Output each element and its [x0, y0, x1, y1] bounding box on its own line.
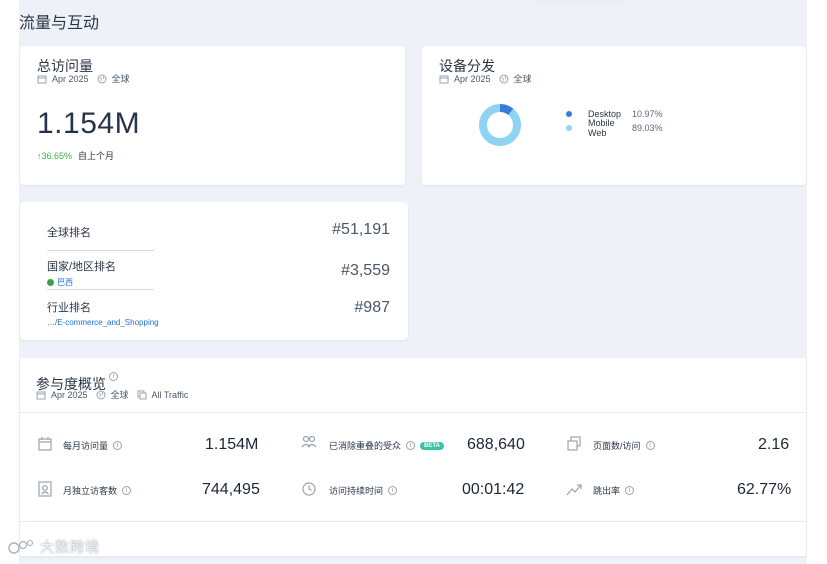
clock-icon: [302, 482, 316, 496]
legend-mobile: Mobile Web 89.03%: [566, 118, 663, 138]
device-donut-chart: [479, 104, 521, 146]
date-text: Apr 2025: [52, 73, 89, 84]
globe-icon: [96, 390, 106, 399]
info-icon[interactable]: i: [122, 486, 132, 495]
bounce-icon: [566, 484, 582, 496]
beta-badge: BETA: [420, 441, 444, 450]
left-margin: [0, 0, 19, 564]
total-visits-meta: Apr 2025 全球: [37, 72, 130, 85]
industry-rank-row: 行业排名 …/E-commerce_and_Shopping #987: [47, 299, 390, 327]
rank-divider: [47, 250, 154, 251]
legend-value-mobile: 89.03%: [632, 123, 663, 133]
traffic-icon: [137, 390, 147, 399]
unique-visitors-value: 744,495: [202, 481, 260, 498]
info-icon[interactable]: i: [645, 441, 655, 450]
ranking-card: 全球排名 #51,191 国家/地区排名 巴西 #3,559 行业排名 …/E-…: [20, 202, 408, 340]
country-rank-value: #3,559: [341, 262, 390, 279]
date-text: Apr 2025: [454, 73, 491, 84]
dedup-audience-label-text: 已消除重叠的受众: [329, 441, 402, 451]
change-percent: ↑36.65%: [37, 150, 73, 161]
date-text: Apr 2025: [51, 389, 88, 400]
engagement-divider-top: [20, 412, 806, 413]
global-rank-row: 全球排名 #51,191: [47, 221, 390, 240]
info-icon[interactable]: i: [109, 372, 118, 381]
calendar-icon: [36, 391, 46, 399]
monthly-visits-value: 1.154M: [205, 436, 259, 453]
visit-duration-value: 00:01:42: [462, 481, 525, 498]
globe-icon: [499, 74, 509, 83]
pages-per-visit-value: 2.16: [758, 436, 790, 453]
top-scroll-pill: [530, 0, 630, 4]
visitor-card-icon: [38, 481, 52, 497]
industry-rank-value: #987: [354, 299, 390, 316]
legend-label-mobile: Mobile Web: [588, 118, 615, 138]
rank-divider: [47, 289, 154, 290]
total-visits-value: 1.154M: [37, 107, 141, 140]
total-visits-card: 总访问量 Apr 2025 全球 1.154M ↑36.65% 自上个月: [20, 46, 405, 185]
visits-change: ↑36.65% 自上个月: [37, 149, 114, 162]
region-text: 全球: [513, 74, 532, 84]
device-meta: Apr 2025 全球: [439, 72, 532, 85]
legend-dot-desktop: [566, 111, 572, 117]
visit-duration-label: 访问持续时间 i: [329, 484, 398, 497]
bounce-rate-label: 跳出率 i: [593, 484, 635, 497]
info-icon[interactable]: i: [388, 486, 398, 495]
info-icon[interactable]: i: [406, 441, 416, 450]
info-icon[interactable]: i: [625, 486, 635, 495]
industry-link[interactable]: …/E-commerce_and_Shopping: [47, 318, 390, 327]
industry-rank-label: 行业排名: [47, 302, 91, 314]
traffic-text: All Traffic: [151, 389, 189, 400]
visit-duration-label-text: 访问持续时间: [329, 486, 384, 496]
engagement-divider-bottom: [20, 521, 806, 522]
globe-icon: [97, 74, 107, 83]
country-rank-label[interactable]: 国家/地区排名: [47, 258, 390, 274]
watermark-text: 大数跨境: [40, 539, 100, 555]
section-title: 流量与互动: [19, 15, 100, 32]
calendar-icon: [37, 75, 47, 83]
monthly-visits-label-text: 每月访问量: [63, 441, 109, 451]
region-text: 全球: [110, 390, 129, 400]
calendar-icon: [38, 437, 52, 451]
country-rank-row: 国家/地区排名 巴西 #3,559: [47, 258, 390, 288]
pages-per-visit-label: 页面数/访问 i: [593, 439, 655, 452]
region-text: 全球: [111, 74, 130, 84]
pages-icon: [567, 436, 581, 451]
dedup-audience-label: 已消除重叠的受众 i BETA: [329, 439, 444, 452]
global-rank-value: #51,191: [332, 221, 390, 238]
unique-visitors-label-text: 月独立访客数: [63, 486, 118, 496]
brazil-flag-icon: [47, 279, 54, 286]
engagement-card: 参与度概览 i Apr 2025 全球 All Traffic 每月访问量 i …: [20, 358, 806, 556]
legend-value-desktop: 10.97%: [632, 109, 663, 119]
watermark: 大数跨境: [8, 537, 100, 557]
country-name[interactable]: 巴西: [57, 277, 73, 288]
dedup-audience-value: 688,640: [467, 436, 525, 453]
pages-per-visit-label-text: 页面数/访问: [593, 441, 641, 451]
bounce-rate-value: 62.77%: [737, 481, 792, 498]
country-link[interactable]: 巴西: [47, 277, 390, 288]
watermark-logo-icon: [8, 539, 34, 554]
engagement-meta: Apr 2025 全球 All Traffic: [36, 388, 188, 401]
device-legend: Desktop 10.97% Mobile Web 89.03%: [566, 107, 663, 138]
audience-icon: [301, 435, 317, 448]
legend-dot-mobile: [566, 125, 572, 131]
info-icon[interactable]: i: [113, 441, 123, 450]
donut-slice-mobile-web[interactable]: [479, 104, 521, 146]
change-label: 自上个月: [78, 151, 115, 161]
calendar-icon: [439, 75, 449, 83]
monthly-visits-label: 每月访问量 i: [63, 439, 123, 452]
unique-visitors-label: 月独立访客数 i: [63, 484, 132, 497]
bounce-rate-label-text: 跳出率: [593, 486, 621, 496]
device-distribution-card: 设备分发 Apr 2025 全球 Desktop 10.97% Mobile W…: [422, 46, 806, 185]
